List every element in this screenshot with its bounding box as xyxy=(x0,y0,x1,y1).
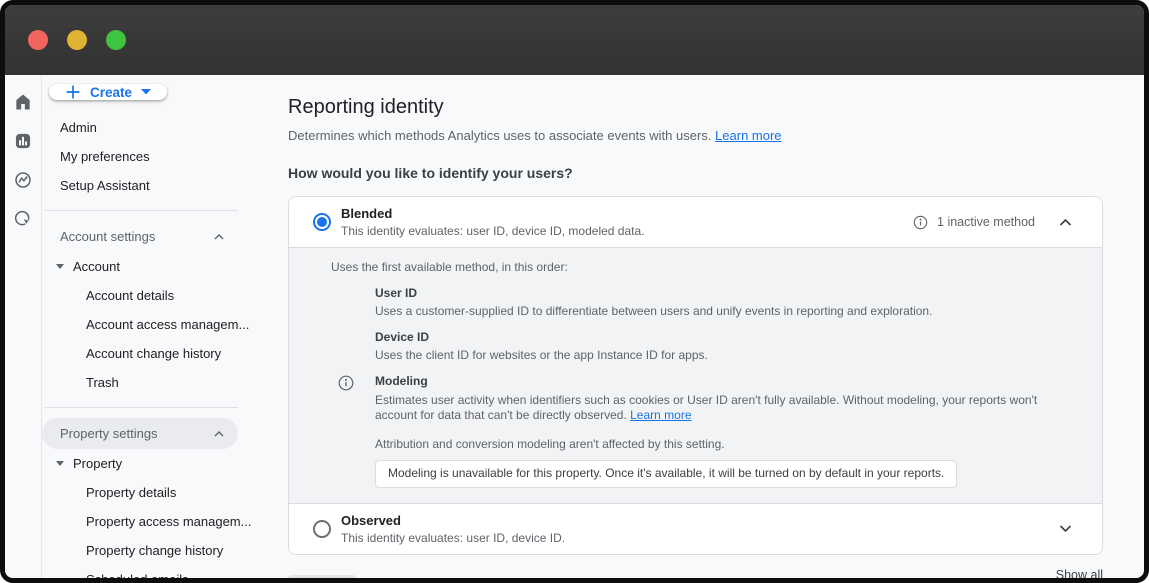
option-row-observed[interactable]: Observed This identity evaluates: user I… xyxy=(289,504,1102,554)
identity-question: How would you like to identify your user… xyxy=(288,165,1103,181)
save-button[interactable]: Save xyxy=(288,575,356,583)
modeling-unavailable-note: Modeling is unavailable for this propert… xyxy=(375,460,957,488)
sidebar-item-admin[interactable]: Admin xyxy=(42,113,288,142)
info-icon xyxy=(338,375,354,396)
nav-rail xyxy=(5,75,42,578)
blended-desc: This identity evaluates: user ID, device… xyxy=(341,224,913,238)
close-window-button[interactable] xyxy=(28,30,48,50)
sidebar-item-property-details[interactable]: Property details xyxy=(42,478,288,507)
reports-icon[interactable] xyxy=(13,131,33,151)
page-title: Reporting identity xyxy=(288,96,1103,119)
footer-actions: Save Cancel Show all xyxy=(288,566,1103,583)
sidebar-item-setup-assistant[interactable]: Setup Assistant xyxy=(42,171,288,200)
chevron-down-icon xyxy=(141,89,151,95)
sidebar-item-my-preferences[interactable]: My preferences xyxy=(42,142,288,171)
observed-radio[interactable] xyxy=(313,520,331,538)
blended-title: Blended xyxy=(341,206,913,221)
caret-down-icon xyxy=(56,461,64,466)
identity-options-card: Blended This identity evaluates: user ID… xyxy=(288,196,1103,555)
method-modeling: Modeling Estimates user activity when id… xyxy=(375,374,1074,424)
plus-icon xyxy=(65,84,81,100)
sidebar-section-property-settings[interactable]: Property settings xyxy=(42,418,238,449)
chevron-up-icon xyxy=(214,431,224,437)
sidebar-item-property-change-history[interactable]: Property change history xyxy=(42,536,288,565)
chevron-down-icon[interactable] xyxy=(1059,524,1072,533)
main-content: Reporting identity Determines which meth… xyxy=(288,75,1144,578)
sidebar-item-property-access-management[interactable]: Property access managem... xyxy=(42,507,288,536)
sidebar-item-account-details[interactable]: Account details xyxy=(42,281,288,310)
sidebar-section-account-settings[interactable]: Account settings xyxy=(42,221,238,252)
observed-desc: This identity evaluates: user ID, device… xyxy=(341,531,1059,545)
observed-title: Observed xyxy=(341,513,1059,528)
admin-sidebar: Create Admin My preferences Setup Assist… xyxy=(42,75,288,578)
blended-details-panel: Uses the first available method, in this… xyxy=(289,247,1102,504)
show-all-link[interactable]: Show all xyxy=(1056,568,1103,582)
create-button[interactable]: Create xyxy=(49,84,167,100)
app-window: Create Admin My preferences Setup Assist… xyxy=(0,0,1149,583)
chevron-up-icon[interactable] xyxy=(1059,218,1072,227)
sidebar-divider xyxy=(44,210,238,211)
sidebar-item-account[interactable]: Account xyxy=(42,252,288,281)
create-button-label: Create xyxy=(90,85,132,100)
option-row-blended[interactable]: Blended This identity evaluates: user ID… xyxy=(289,197,1102,247)
advertising-icon[interactable] xyxy=(13,209,33,229)
sidebar-nav: Admin My preferences Setup Assistant Acc… xyxy=(42,113,288,578)
sidebar-item-trash[interactable]: Trash xyxy=(42,368,288,397)
attribution-note: Attribution and conversion modeling aren… xyxy=(331,437,1074,453)
chevron-up-icon xyxy=(214,234,224,240)
blended-radio[interactable] xyxy=(313,213,331,231)
info-icon[interactable] xyxy=(913,215,928,230)
sidebar-item-property[interactable]: Property xyxy=(42,449,288,478)
inactive-method-badge: 1 inactive method xyxy=(937,215,1035,229)
minimize-window-button[interactable] xyxy=(67,30,87,50)
details-intro: Uses the first available method, in this… xyxy=(331,260,1074,276)
sidebar-item-scheduled-emails[interactable]: Scheduled emails xyxy=(42,565,288,578)
fullscreen-window-button[interactable] xyxy=(106,30,126,50)
window-titlebar xyxy=(5,5,1144,75)
caret-down-icon xyxy=(56,264,64,269)
sidebar-item-account-access-management[interactable]: Account access managem... xyxy=(42,310,288,339)
home-icon[interactable] xyxy=(13,92,33,112)
explore-icon[interactable] xyxy=(13,170,33,190)
modeling-learn-more-link[interactable]: Learn more xyxy=(630,408,691,422)
learn-more-link[interactable]: Learn more xyxy=(715,128,781,143)
page-subtitle: Determines which methods Analytics uses … xyxy=(288,128,1103,143)
method-user-id: User ID Uses a customer-supplied ID to d… xyxy=(375,286,1074,320)
app-body: Create Admin My preferences Setup Assist… xyxy=(5,75,1144,578)
sidebar-divider xyxy=(44,407,238,408)
sidebar-item-account-change-history[interactable]: Account change history xyxy=(42,339,288,368)
method-device-id: Device ID Uses the client ID for website… xyxy=(375,330,1074,364)
